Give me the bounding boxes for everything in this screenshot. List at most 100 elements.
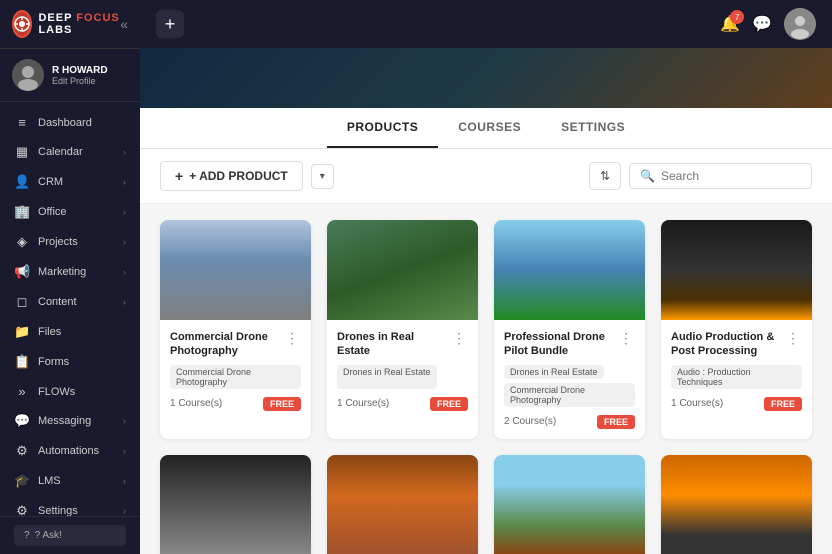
chevron-right-icon: › [123, 297, 126, 307]
product-image [327, 220, 478, 320]
settings-icon: ⚙ [14, 503, 30, 516]
sidebar-item-content[interactable]: ◻ Content › [0, 287, 140, 317]
tab-courses[interactable]: COURSES [438, 108, 541, 148]
product-image [661, 455, 812, 554]
product-image [494, 220, 645, 320]
topbar: + 🔔 7 💬 [140, 0, 832, 48]
sidebar-item-files[interactable]: 📁 Files [0, 317, 140, 347]
product-image [327, 455, 478, 554]
content-area: PRODUCTS COURSES SETTINGS + + ADD PRODUC… [140, 48, 832, 554]
user-info: R HOWARD Edit Profile [52, 65, 128, 86]
product-card: Professional Drone Pilot Bundle ⋮ Drones… [494, 220, 645, 439]
add-product-dropdown[interactable]: ▾ [311, 164, 334, 189]
notification-button[interactable]: 🔔 7 [720, 14, 740, 34]
sidebar-item-label: Files [38, 326, 61, 338]
sidebar-item-label: CRM [38, 176, 63, 188]
sidebar-item-label: LMS [38, 475, 61, 487]
product-tags: Commercial Drone Photography [170, 365, 301, 389]
free-badge: FREE [263, 397, 301, 411]
sidebar-item-label: Projects [38, 236, 78, 248]
chevron-right-icon: › [123, 446, 126, 456]
product-tags: Audio : Production Techniques [671, 365, 802, 389]
files-icon: 📁 [14, 324, 30, 340]
forms-icon: 📋 [14, 354, 30, 370]
product-card: Commercial Drone Photography ⋮ Commercia… [160, 220, 311, 439]
more-options-button[interactable]: ⋮ [450, 330, 468, 347]
sidebar-item-office[interactable]: 🏢 Office › [0, 197, 140, 227]
sidebar-item-automations[interactable]: ⚙ Automations › [0, 436, 140, 466]
sidebar-item-lms[interactable]: 🎓 LMS › [0, 466, 140, 496]
logo-icon [12, 10, 32, 38]
sidebar-item-calendar[interactable]: ▦ Calendar › [0, 137, 140, 167]
sidebar-item-projects[interactable]: ◈ Projects › [0, 227, 140, 257]
sidebar-item-label: Content [38, 296, 77, 308]
office-icon: 🏢 [14, 204, 30, 220]
product-card: Cinematography Bundle ⋮ FREE [160, 455, 311, 554]
main-area: + 🔔 7 💬 PRODU [140, 0, 832, 554]
sidebar-item-crm[interactable]: 👤 CRM › [0, 167, 140, 197]
sidebar-item-label: FLOWs [38, 386, 75, 398]
filter-button[interactable]: ⇅ [589, 162, 621, 190]
content-icon: ◻ [14, 294, 30, 310]
automations-icon: ⚙ [14, 443, 30, 459]
new-button[interactable]: + [156, 10, 184, 38]
collapse-button[interactable]: « [120, 16, 128, 32]
messaging-icon: 💬 [14, 413, 30, 429]
search-icon: 🔍 [640, 169, 655, 183]
products-grid: Commercial Drone Photography ⋮ Commercia… [140, 204, 832, 554]
add-product-button[interactable]: + + ADD PRODUCT [160, 161, 303, 191]
chevron-right-icon: › [123, 207, 126, 217]
profile-avatar[interactable] [784, 8, 816, 40]
tab-settings[interactable]: SETTINGS [541, 108, 645, 148]
tag: Audio : Production Techniques [671, 365, 802, 389]
courses-count: 2 Course(s) [504, 416, 556, 427]
free-badge: FREE [597, 415, 635, 429]
courses-count: 1 Course(s) [170, 398, 222, 409]
more-options-button[interactable]: ⋮ [784, 330, 802, 347]
product-card: The Practicing Photographer ⋮ FREE [327, 455, 478, 554]
product-image [160, 455, 311, 554]
sidebar-item-label: Office [38, 206, 67, 218]
product-image [160, 220, 311, 320]
hero-banner [140, 48, 832, 108]
sidebar-item-settings[interactable]: ⚙ Settings › [0, 496, 140, 516]
more-options-button[interactable]: ⋮ [283, 330, 301, 347]
search-box: 🔍 [629, 163, 812, 189]
ask-button[interactable]: ? ? Ask! [0, 516, 140, 554]
user-name: R HOWARD [52, 65, 128, 76]
lms-icon: 🎓 [14, 473, 30, 489]
projects-icon: ◈ [14, 234, 30, 250]
chevron-right-icon: › [123, 476, 126, 486]
courses-count: 1 Course(s) [671, 398, 723, 409]
tabs-container: PRODUCTS COURSES SETTINGS [140, 108, 832, 149]
more-options-button[interactable]: ⋮ [617, 330, 635, 347]
sidebar-item-label: Messaging [38, 415, 91, 427]
tag: Commercial Drone Photography [504, 383, 635, 407]
sidebar-item-dashboard[interactable]: ≡ Dashboard [0, 108, 140, 137]
product-card: Photography: Beginner Series ⋮ FREE [661, 455, 812, 554]
tag: Commercial Drone Photography [170, 365, 301, 389]
product-card: Landscape Photography: Basics ⋮ FREE [494, 455, 645, 554]
chevron-right-icon: › [123, 267, 126, 277]
product-image [494, 455, 645, 554]
toolbar: + + ADD PRODUCT ▾ ⇅ 🔍 [140, 149, 832, 204]
crm-icon: 👤 [14, 174, 30, 190]
product-card: Audio Production & Post Processing ⋮ Aud… [661, 220, 812, 439]
search-input[interactable] [661, 169, 801, 183]
tab-products[interactable]: PRODUCTS [327, 108, 438, 148]
product-title: Professional Drone Pilot Bundle [504, 330, 617, 359]
messages-button[interactable]: 💬 [752, 14, 772, 34]
user-edit-link[interactable]: Edit Profile [52, 76, 128, 86]
sidebar-item-label: Dashboard [38, 117, 92, 129]
sidebar-item-forms[interactable]: 📋 Forms [0, 347, 140, 377]
product-title: Drones in Real Estate [337, 330, 450, 359]
sidebar: DEEP FOCUS LABS « R HOWARD Edit Profile … [0, 0, 140, 554]
user-section: R HOWARD Edit Profile [0, 49, 140, 102]
chevron-right-icon: › [123, 177, 126, 187]
product-card: Drones in Real Estate ⋮ Drones in Real E… [327, 220, 478, 439]
sidebar-item-label: Calendar [38, 146, 83, 158]
sidebar-item-marketing[interactable]: 📢 Marketing › [0, 257, 140, 287]
sidebar-item-messaging[interactable]: 💬 Messaging › [0, 406, 140, 436]
sidebar-item-flows[interactable]: » FLOWs [0, 377, 140, 406]
avatar [12, 59, 44, 91]
